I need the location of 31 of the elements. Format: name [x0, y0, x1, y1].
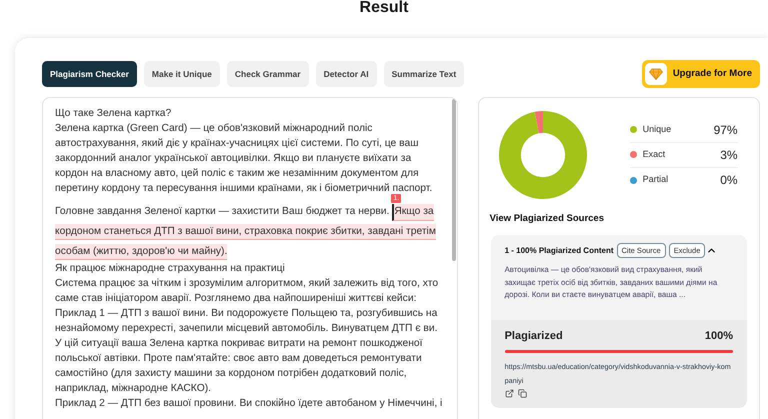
upgrade-button[interactable]: Upgrade for More: [642, 60, 760, 88]
paragraph-text: Зелена картка (Green Card) — це обов'язковий міжнародний поліс автострахування, який діє у країнах-учасницях цієї системи. По суті, це ваш закордонний аналог української автоцивілки. Якщо ви плануєте виїхати за кордон на власному авто, цей поліс є таким же незамінним документом для перетину кордону та пересування іншими країнами, як і біометричний паспорт.: [55, 122, 432, 194]
page-title: Result: [360, 0, 408, 17]
plagiarized-highlight: Якщо за: [392, 204, 434, 222]
match-label: Plagiarized: [504, 328, 563, 344]
legend-value: 97%: [714, 122, 738, 138]
scrollbar[interactable]: [452, 99, 456, 261]
tab[interactable]: Detector AI: [316, 61, 377, 87]
tab[interactable]: Make it Unique: [144, 61, 220, 87]
gem-icon: [644, 63, 667, 85]
legend-label: Partial: [642, 173, 670, 186]
copy-icon[interactable]: [518, 389, 527, 398]
paragraph-text: Система працює за чітким і зрозумілим алгоритмом, який залежить від того, хто саме став ініціатором аварії. Розглянемо два найпоширеніші життєві кейси:: [55, 278, 438, 304]
legend-label: Unique: [642, 122, 672, 136]
plagiarized-highlight: особам (життю, здоров'ю чи майну).: [55, 244, 228, 260]
external-link-icon[interactable]: [504, 389, 514, 398]
plagiarized-highlight: кордоном станеться ДТП з вашої вини, страховка покриє збитки, завдані третім: [55, 224, 436, 240]
match-percent: 100%: [704, 328, 733, 344]
paragraph-text: Як працює міжнародне страхування на практиці: [55, 263, 285, 274]
paragraph-text: Що таке Зелена картка?: [55, 108, 172, 119]
source-title: 1 - 100% Plagiarized Content: [504, 244, 614, 257]
legend-value: 0%: [720, 172, 738, 189]
tab[interactable]: Check Grammar: [226, 61, 309, 87]
paragraph-text: Приклад 2 — ДТП без вашої провини. Ви спокійно їдете автобаном у Німеччині, і: [55, 398, 442, 409]
legend-value: 3%: [720, 146, 738, 164]
tab[interactable]: Summarize Text: [384, 61, 464, 87]
paragraph-text: Головне завдання Зеленої картки — захистити Ваш бюджет та нерви.: [55, 206, 390, 218]
tab[interactable]: Plagiarism Checker: [42, 61, 137, 87]
sources-title: View Plagiarized Sources: [490, 212, 605, 226]
legend-label: Exact: [642, 148, 666, 161]
paragraph-text: Приклад 1 — ДТП з вашої вини. Ви подорожуєте Польщею та, розгубившись на незнайомому перехресті, зачепили місцевий автомобіль. Винуватцем ДТП є ви. У цій ситуації ваша Зелена картка покриває витрати на ремонт пошкодженої польської автівки. Проте пам'ятайте: своє авто вам доведеться ремонтувати самостійно (для захисту машини за кордоном потрібен додатковий поліс, наприклад, міжнародне КАСКО).: [55, 308, 438, 394]
